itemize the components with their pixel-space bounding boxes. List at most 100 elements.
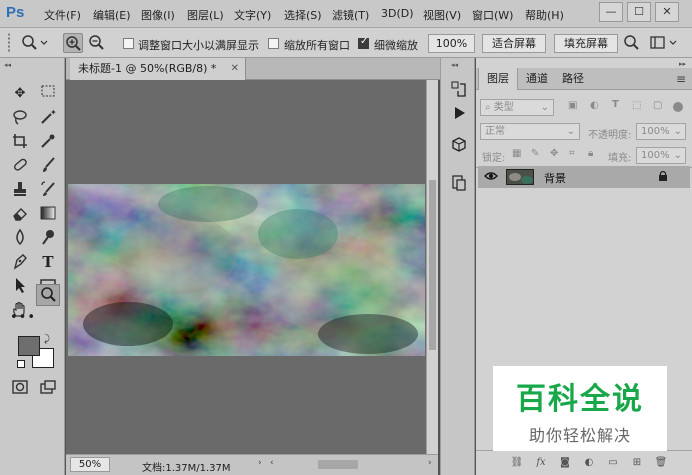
menu-file[interactable]: 文件(F) [44, 7, 81, 23]
close-button[interactable]: ✕ [655, 2, 679, 22]
menu-window[interactable]: 窗口(W) [472, 7, 513, 23]
vertical-scrollbar[interactable] [426, 80, 438, 454]
menu-image[interactable]: 图像(I) [141, 7, 175, 23]
type-tool-icon[interactable]: T [38, 252, 58, 272]
lock-position-icon[interactable]: ✥ [550, 148, 558, 159]
zoom-tool-icon[interactable] [36, 284, 60, 306]
path-selection-tool-icon[interactable] [10, 276, 30, 296]
adjustment-layer-icon[interactable]: ◐ [582, 456, 596, 470]
filter-toggle-icon[interactable] [673, 102, 683, 112]
filter-smart-object-icon[interactable]: ▢ [653, 100, 662, 111]
filter-type-icon[interactable]: T [612, 99, 619, 110]
blur-tool-icon[interactable] [10, 228, 30, 248]
menu-edit[interactable]: 编辑(E) [93, 7, 131, 23]
chevron-down-icon: ⌄ [540, 102, 549, 113]
lock-all-icon[interactable]: 🔒︎ [588, 148, 593, 159]
lock-fill-row: 锁定: ▦ ✎ ✥ ⌗ 🔒︎ 填充: 100% ⌄ [476, 144, 692, 168]
workspace-switcher-icon[interactable] [648, 33, 682, 53]
tab-channels[interactable]: 通道 [518, 68, 556, 90]
layer-row[interactable]: 背景 [478, 166, 690, 188]
zoom-100-button[interactable]: 100% [428, 34, 475, 53]
link-layers-icon[interactable]: ⛓ [510, 456, 524, 470]
menu-3d[interactable]: 3D(D) [381, 7, 414, 20]
visibility-eye-icon[interactable] [484, 170, 498, 185]
document-tab[interactable]: 未标题-1 @ 50%(RGB/8) * ✕ [70, 58, 246, 80]
swap-colors-icon[interactable]: ⤸ [44, 334, 50, 345]
zoom-out-icon[interactable] [87, 33, 107, 53]
filter-shape-icon[interactable]: ⬚ [632, 100, 641, 111]
fill-screen-button[interactable]: 填充屏幕 [554, 34, 618, 53]
opacity-value: 100% [641, 126, 670, 137]
resize-windows-checkbox[interactable] [123, 38, 134, 49]
magic-wand-tool-icon[interactable]: ✦ [38, 108, 58, 128]
opacity-field[interactable]: 100% ⌄ [636, 123, 686, 140]
zoom-in-icon[interactable] [63, 33, 83, 53]
blend-mode-select[interactable]: 正常 ⌄ [480, 123, 580, 140]
watermark-title: 百科全说 [516, 382, 644, 417]
fill-field[interactable]: 100% ⌄ [636, 147, 686, 164]
gradient-tool-icon[interactable] [38, 204, 58, 224]
scroll-left-icon[interactable]: ‹ [270, 458, 274, 468]
default-colors-icon[interactable] [17, 360, 25, 368]
panel-menu-icon[interactable]: ≡ [676, 72, 686, 86]
lock-transparent-icon[interactable]: ▦ [512, 148, 521, 159]
history-panel-icon[interactable] [449, 80, 469, 100]
menu-help[interactable]: 帮助(H) [525, 7, 564, 23]
menu-select[interactable]: 选择(S) [284, 7, 322, 23]
menu-view[interactable]: 视图(V) [423, 7, 461, 23]
maximize-button[interactable]: ☐ [627, 2, 651, 22]
tab-paths[interactable]: 路径 [554, 68, 592, 90]
eraser-tool-icon[interactable] [10, 204, 30, 224]
options-bar: 调整窗口大小以满屏显示 缩放所有窗口 细微缩放 100% 适合屏幕 填充屏幕 [0, 28, 692, 58]
dock-collapse-icon[interactable]: ◂◂ [451, 61, 458, 69]
lasso-tool-icon[interactable] [10, 108, 30, 128]
status-arrow-icon[interactable]: › [258, 458, 262, 468]
history-brush-tool-icon[interactable] [38, 180, 58, 200]
quick-mask-icon[interactable] [10, 378, 30, 398]
move-tool-icon[interactable]: ✥ [10, 84, 30, 104]
scroll-right-icon[interactable]: › [428, 458, 432, 468]
lock-artboard-icon[interactable]: ⌗ [569, 148, 575, 159]
photoshop-logo: Ps [6, 4, 25, 21]
crop-tool-icon[interactable] [10, 132, 30, 152]
panel-collapse-icon[interactable]: ▸▸ [679, 60, 686, 68]
search-icon[interactable] [622, 33, 642, 53]
lock-pixels-icon[interactable]: ✎ [531, 148, 539, 159]
filter-kind-select[interactable]: ⌕ 类型 ⌄ [480, 99, 554, 116]
healing-brush-tool-icon[interactable] [10, 156, 30, 176]
eyedropper-tool-icon[interactable] [38, 132, 58, 152]
layer-style-icon[interactable]: fx [534, 456, 548, 470]
menu-layer[interactable]: 图层(L) [187, 7, 224, 23]
zoom-level-field[interactable]: 50% [70, 457, 110, 472]
minimize-button[interactable]: — [599, 2, 623, 22]
new-layer-icon[interactable]: ⊞ [630, 456, 644, 470]
opacity-label: 不透明度: [588, 130, 632, 141]
zoom-tool-preset-icon[interactable] [20, 33, 48, 53]
fit-screen-button[interactable]: 适合屏幕 [482, 34, 546, 53]
tab-layers[interactable]: 图层 [478, 68, 518, 90]
screen-mode-icon[interactable] [38, 378, 58, 398]
more-tools-icon[interactable]: ••• [10, 308, 35, 328]
3d-panel-icon[interactable] [449, 136, 469, 156]
clone-stamp-tool-icon[interactable] [10, 180, 30, 200]
layer-mask-icon[interactable]: ◙ [558, 456, 572, 470]
properties-panel-icon[interactable] [449, 174, 469, 194]
close-tab-icon[interactable]: ✕ [231, 58, 239, 80]
scrubby-zoom-checkbox[interactable] [358, 36, 369, 49]
zoom-all-windows-checkbox[interactable] [268, 38, 279, 49]
dodge-tool-icon[interactable] [38, 228, 58, 248]
new-group-icon[interactable]: ▭ [606, 456, 620, 470]
vertical-scroll-thumb[interactable] [429, 180, 436, 350]
actions-panel-icon[interactable] [449, 104, 469, 124]
delete-layer-icon[interactable]: 🗑︎ [654, 456, 668, 470]
filter-pixel-icon[interactable]: ▣ [568, 100, 577, 111]
pen-tool-icon[interactable] [10, 252, 30, 272]
horizontal-scroll-thumb[interactable] [318, 460, 358, 469]
marquee-tool-icon[interactable] [38, 84, 58, 104]
filter-adjustment-icon[interactable]: ◐ [590, 100, 599, 111]
menu-type[interactable]: 文字(Y) [234, 7, 271, 23]
toolbox-collapse-icon[interactable]: ◂◂ [4, 61, 11, 69]
foreground-color-swatch[interactable] [18, 336, 40, 356]
brush-tool-icon[interactable] [38, 156, 58, 176]
menu-filter[interactable]: 滤镜(T) [332, 7, 369, 23]
